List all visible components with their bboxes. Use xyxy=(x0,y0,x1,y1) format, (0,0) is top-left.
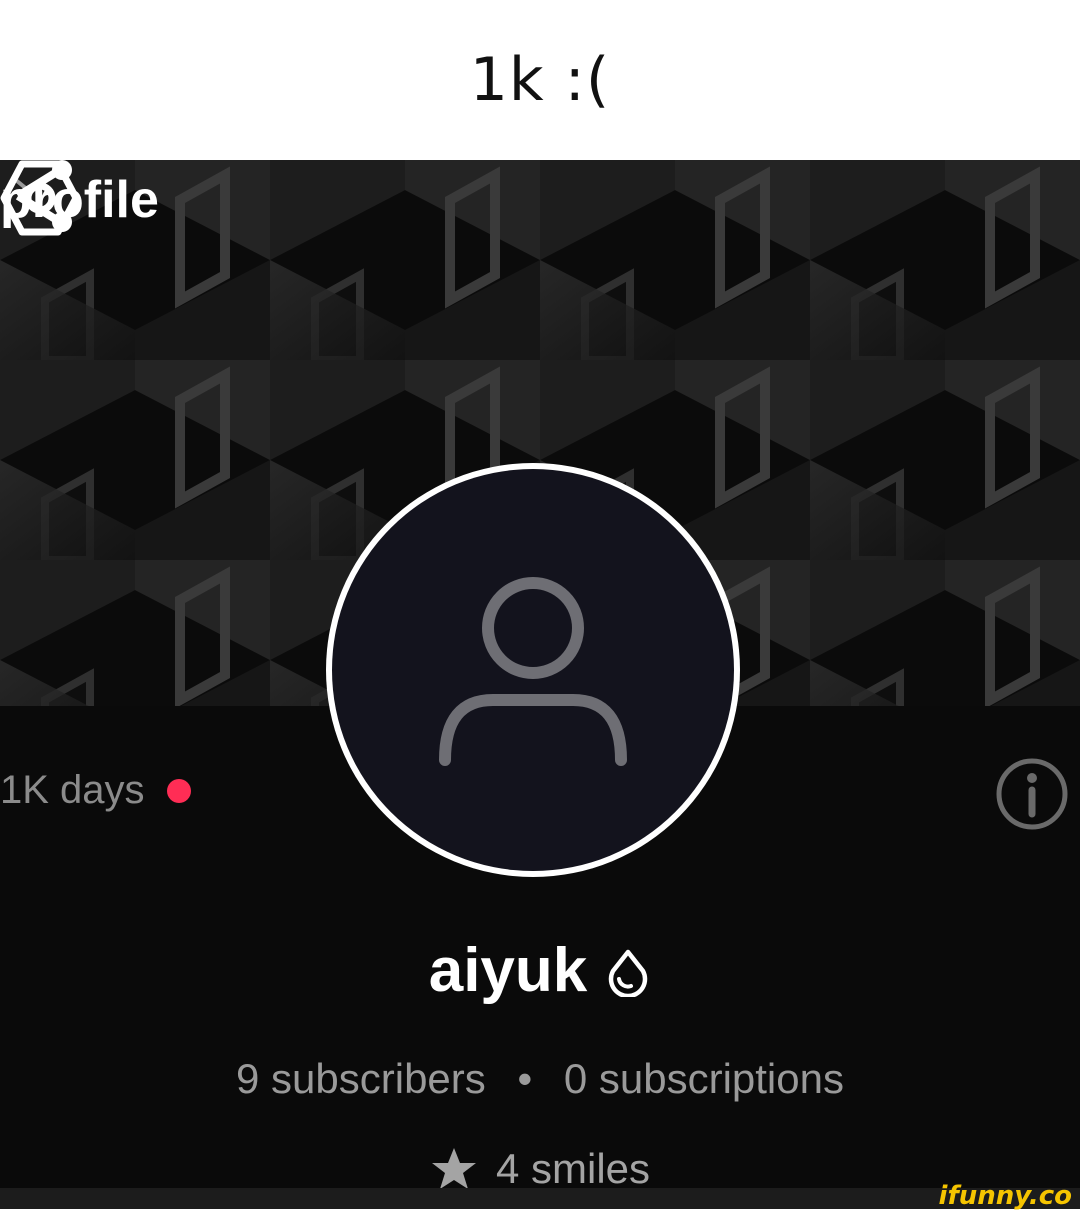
meme-caption: 1k :( xyxy=(0,0,1080,160)
account-age-text: 1K days xyxy=(0,768,145,812)
star-icon xyxy=(431,1148,476,1189)
follow-stats: 9 subscribers • 0 subscriptions xyxy=(0,1055,1080,1103)
avatar-circle xyxy=(332,469,734,871)
status-dot xyxy=(166,778,191,803)
avatar[interactable] xyxy=(326,463,740,877)
caption-text: 1k :( xyxy=(469,45,611,115)
profile-screen: profile 1K days aiyuk 9 subscribers • 0 … xyxy=(0,160,1080,1209)
settings-icon[interactable] xyxy=(0,160,80,236)
account-age: 1K days xyxy=(0,768,191,813)
username-row: aiyuk xyxy=(0,935,1080,1006)
subscriptions-count[interactable]: 0 subscriptions xyxy=(564,1055,844,1102)
ifunny-watermark: ifunny.co xyxy=(938,1181,1072,1211)
subscribers-count[interactable]: 9 subscribers xyxy=(236,1055,486,1102)
stats-separator: • xyxy=(517,1055,533,1102)
smiles-row: 4 smiles xyxy=(0,1145,1080,1193)
user-placeholder-icon xyxy=(439,577,627,766)
username: aiyuk xyxy=(428,936,588,1005)
droplet-icon[interactable] xyxy=(605,949,651,997)
footer-strip xyxy=(0,1188,1080,1209)
info-icon[interactable] xyxy=(994,756,1070,832)
smiles-count: 4 smiles xyxy=(495,1145,651,1192)
